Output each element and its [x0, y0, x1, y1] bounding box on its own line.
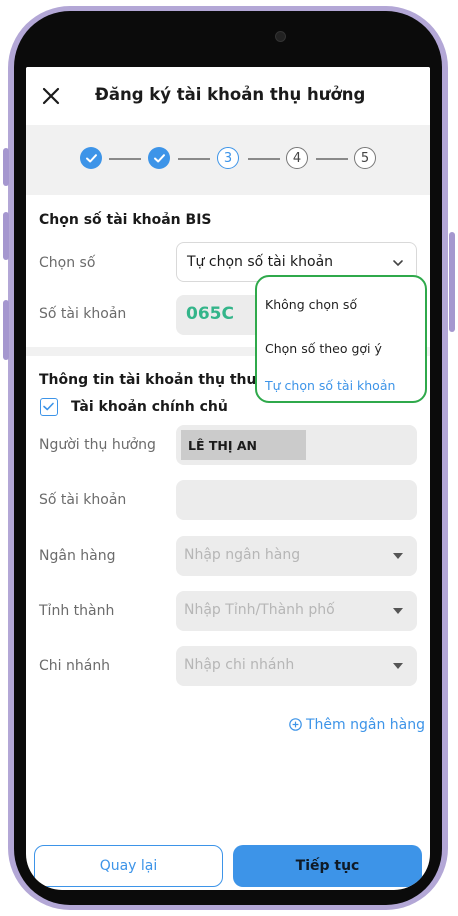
- step-5: 5: [354, 147, 376, 169]
- check-icon: [85, 153, 97, 162]
- step-3-current: 3: [217, 147, 239, 169]
- phone-side-button-left-3: [3, 300, 9, 360]
- beneficiary-section-title: Thông tin tài khoản thụ thưởng: [39, 372, 287, 388]
- phone-side-button-left-1: [3, 148, 9, 186]
- bank-placeholder: Nhập ngân hàng: [184, 547, 301, 563]
- step-1-done: [80, 147, 102, 169]
- beneficiary-account-label: Số tài khoản: [39, 492, 127, 508]
- caret-down-icon: [393, 608, 403, 614]
- app-screen: Đăng ký tài khoản thụ hưởng 3 4 5 Chọn s…: [26, 67, 430, 890]
- page-title: Đăng ký tài khoản thụ hưởng: [95, 85, 366, 104]
- close-icon[interactable]: [41, 86, 61, 106]
- dropdown-option-custom-number[interactable]: Tự chọn số tài khoản: [265, 378, 395, 393]
- choose-number-value: Tự chọn số tài khoản: [187, 254, 334, 270]
- plus-circle-icon: [289, 718, 302, 731]
- check-icon: [153, 153, 165, 162]
- own-account-label: Tài khoản chính chủ: [71, 399, 228, 415]
- step-4: 4: [286, 147, 308, 169]
- province-label: Tỉnh thành: [39, 603, 115, 619]
- dropdown-option-no-number[interactable]: Không chọn số: [265, 297, 357, 312]
- bank-label: Ngân hàng: [39, 548, 116, 564]
- bis-section-title: Chọn số tài khoản BIS: [39, 212, 212, 228]
- caret-down-icon: [393, 553, 403, 559]
- bis-account-value: 065C: [186, 304, 234, 324]
- own-account-checkbox[interactable]: [40, 398, 58, 416]
- caret-down-icon: [393, 663, 403, 669]
- bis-account-label: Số tài khoản: [39, 306, 127, 322]
- dropdown-option-suggested-number[interactable]: Chọn số theo gợi ý: [265, 341, 382, 356]
- branch-label: Chi nhánh: [39, 658, 111, 674]
- bank-select[interactable]: Nhập ngân hàng: [176, 536, 417, 576]
- app-header: Đăng ký tài khoản thụ hưởng: [26, 67, 430, 125]
- branch-select[interactable]: Nhập chi nhánh: [176, 646, 417, 686]
- add-bank-link[interactable]: Thêm ngân hàng: [289, 717, 425, 733]
- province-placeholder: Nhập Tỉnh/Thành phố: [184, 602, 335, 618]
- phone-side-button-left-2: [3, 212, 9, 260]
- step-connector: [316, 158, 348, 160]
- province-select[interactable]: Nhập Tỉnh/Thành phố: [176, 591, 417, 631]
- phone-side-button-right: [449, 232, 455, 332]
- step-connector: [178, 158, 210, 160]
- chevron-down-icon: [393, 260, 403, 267]
- back-button[interactable]: Quay lại: [34, 845, 223, 887]
- step-2-done: [148, 147, 170, 169]
- choose-number-label: Chọn số: [39, 255, 96, 271]
- beneficiary-name-label: Người thụ hưởng: [39, 437, 156, 453]
- check-icon: [43, 402, 54, 411]
- branch-placeholder: Nhập chi nhánh: [184, 657, 295, 673]
- step-connector: [109, 158, 141, 160]
- front-camera: [275, 31, 286, 42]
- beneficiary-name-value: LÊ THỊ AN: [188, 438, 257, 453]
- continue-button[interactable]: Tiếp tục: [233, 845, 422, 887]
- beneficiary-account-field[interactable]: [176, 480, 417, 520]
- add-bank-label: Thêm ngân hàng: [306, 717, 425, 733]
- choose-number-dropdown: Không chọn số Chọn số theo gợi ý Tự chọn…: [255, 275, 427, 403]
- step-connector: [248, 158, 280, 160]
